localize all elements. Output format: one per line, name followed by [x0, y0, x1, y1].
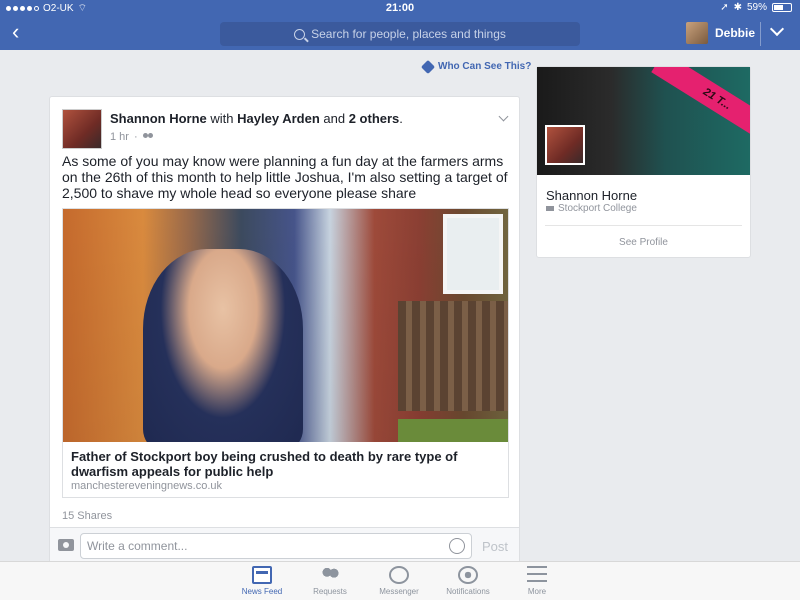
comment-placeholder: Write a comment... [87, 539, 188, 553]
search-placeholder: Search for people, places and things [311, 27, 506, 41]
nav-divider [760, 22, 761, 46]
notifications-icon [458, 566, 478, 584]
see-profile-button[interactable]: See Profile [537, 237, 750, 248]
tagged-name[interactable]: Hayley Arden [237, 111, 320, 126]
link-preview[interactable]: Father of Stockport boy being crushed to… [62, 208, 509, 498]
bluetooth-icon: ✱ [733, 2, 742, 13]
avatar [686, 22, 708, 44]
comment-row: Write a comment... Post [50, 527, 519, 565]
profile-name[interactable]: Shannon Horne [546, 188, 637, 203]
tab-label: More [527, 587, 547, 596]
location-icon: ➚ [720, 2, 729, 13]
tag-icon [420, 59, 436, 74]
search-icon [294, 28, 306, 40]
post-time[interactable]: 1 hr [110, 131, 129, 143]
news-feed-icon [252, 566, 272, 584]
tab-bar: News Feed Requests Messenger Notificatio… [0, 561, 800, 600]
sash-image: 21 T... [651, 67, 750, 147]
link-title: Father of Stockport boy being crushed to… [71, 449, 458, 479]
and-text: and [323, 111, 346, 126]
profile-thumbnail[interactable] [545, 125, 585, 165]
profile-card: 21 T... Shannon Horne Stockport College … [536, 66, 751, 258]
author-name[interactable]: Shannon Horne [110, 111, 207, 126]
tab-more[interactable]: More [507, 566, 567, 596]
shares-count[interactable]: 15 Shares [62, 510, 112, 522]
tab-news-feed[interactable]: News Feed [232, 566, 292, 596]
tab-label: Notifications [446, 587, 490, 596]
school-label: Stockport College [558, 203, 637, 214]
with-text: with [210, 111, 234, 126]
tab-requests[interactable]: Requests [300, 566, 360, 596]
tab-label: Messenger [379, 587, 419, 596]
battery-percent: 59% [746, 2, 767, 13]
post-card: Shannon Horne with Hayley Arden and 2 ot… [49, 96, 520, 566]
privacy-link[interactable]: Who Can See This? [420, 59, 532, 74]
top-bar: O2-UK ⌔ 21:00 ➚ ✱ 59% ‹ Search for peopl… [0, 0, 800, 50]
chevron-down-icon[interactable] [769, 21, 785, 37]
post-menu-chevron-icon[interactable] [498, 111, 509, 122]
nav-bar: ‹ Search for people, places and things D… [0, 18, 800, 50]
link-domain: manchestereveningnews.co.uk [71, 480, 223, 492]
battery-icon [772, 3, 792, 12]
tab-label: News Feed [241, 587, 283, 596]
camera-icon[interactable] [58, 539, 74, 551]
friends-icon [142, 133, 153, 141]
comment-input[interactable]: Write a comment... [80, 533, 472, 559]
tab-notifications[interactable]: Notifications [438, 566, 498, 596]
requests-icon [320, 566, 340, 584]
post-button[interactable]: Post [482, 539, 508, 554]
header-period: . [399, 111, 403, 126]
emoji-icon[interactable] [449, 538, 465, 554]
clock: 21:00 [385, 2, 415, 14]
privacy-link-label: Who Can See This? [438, 61, 532, 72]
profile-button[interactable]: Debbie [686, 22, 755, 44]
tab-label: Requests [313, 587, 347, 596]
status-bar: O2-UK ⌔ 21:00 ➚ ✱ 59% [0, 0, 800, 16]
more-icon [527, 566, 547, 584]
link-image [63, 209, 508, 442]
cover-photo[interactable]: 21 T... [537, 67, 750, 175]
back-button[interactable]: ‹ [12, 21, 19, 43]
user-name: Debbie [715, 26, 756, 40]
post-header: Shannon Horne with Hayley Arden and 2 ot… [110, 111, 500, 126]
graduation-cap-icon [546, 206, 554, 211]
tab-messenger[interactable]: Messenger [369, 566, 429, 596]
messenger-icon [389, 566, 409, 584]
post-meta: 1 hr · [110, 131, 153, 143]
search-input[interactable]: Search for people, places and things [220, 22, 580, 46]
post-text: As some of you may know were planning a … [62, 153, 508, 201]
profile-school: Stockport College [546, 203, 637, 214]
author-avatar[interactable] [62, 109, 102, 149]
others-link[interactable]: 2 others [349, 111, 400, 126]
divider [545, 225, 742, 226]
